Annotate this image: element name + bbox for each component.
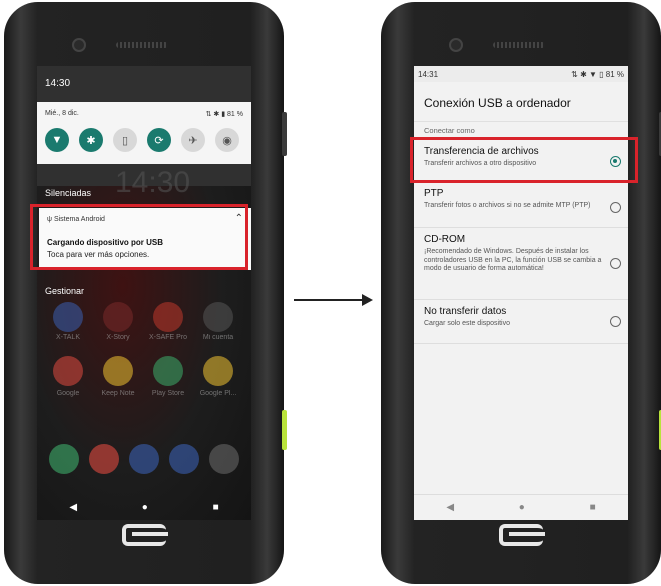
brand-logo <box>499 524 545 546</box>
home-icon[interactable]: ● <box>142 502 148 513</box>
phone-left: 14:30 14:30 Mié., 8 dic. ⇅ ✱ ▮ 81 % ▼ ✱ … <box>4 2 287 584</box>
status-time: 14:31 <box>418 70 439 79</box>
bluetooth-icon: ✱ <box>86 134 96 147</box>
nav-bar: ◀ ● ■ <box>414 494 628 520</box>
app-label: Play Store <box>151 390 185 397</box>
screen-right: 14:31 ⇅ ✱ ▼ ▯ 81 % Conexión USB a ordena… <box>414 66 628 520</box>
option-cd-rom[interactable]: CD-ROM ¡Recomendado de Windows. Después … <box>414 228 628 300</box>
app-label: X-SAFE Pro <box>148 334 188 341</box>
app-label: Google Pl... <box>199 390 237 397</box>
wifi-icon: ▼ <box>51 134 63 146</box>
app-icon-mi-cuenta[interactable] <box>203 302 233 332</box>
volume-key <box>282 112 287 156</box>
option-subtitle: Transferir fotos o archivos si no se adm… <box>424 202 591 209</box>
auto-rotate-icon: ⟳ <box>154 134 164 147</box>
earpiece-speaker <box>493 42 545 48</box>
home-icon[interactable]: ● <box>519 502 525 513</box>
app-icon-x-safe[interactable] <box>153 302 183 332</box>
recents-icon[interactable]: ■ <box>590 502 596 513</box>
screen-left: 14:30 14:30 Mié., 8 dic. ⇅ ✱ ▮ 81 % ▼ ✱ … <box>37 66 251 520</box>
status-time: 14:30 <box>45 78 71 89</box>
bluetooth-tile[interactable]: ✱ <box>79 128 103 152</box>
app-label: Mi cuenta <box>202 334 234 341</box>
background-clock: 14:30 <box>115 166 191 199</box>
quick-settings-panel: Mié., 8 dic. ⇅ ✱ ▮ 81 % ▼ ✱ ▯ ⟳ ✈ ◉ <box>37 102 251 164</box>
app-icon-keep-note[interactable] <box>103 356 133 386</box>
app-label: Keep Note <box>101 390 135 397</box>
programmable-key <box>282 410 287 450</box>
messages-app-icon[interactable] <box>169 444 199 474</box>
location-icon: ◉ <box>222 134 232 147</box>
chrome-app-icon[interactable] <box>89 444 119 474</box>
location-tile[interactable]: ◉ <box>215 128 239 152</box>
option-subtitle: Cargar solo este dispositivo <box>424 320 510 327</box>
back-icon[interactable]: ◀ <box>69 502 77 513</box>
airplane-tile[interactable]: ✈ <box>181 128 205 152</box>
radio-no-data[interactable] <box>610 316 621 327</box>
app-icon-play-store[interactable] <box>153 356 183 386</box>
app-label: X-TALK <box>56 334 80 341</box>
airplane-icon: ✈ <box>188 134 198 147</box>
arrow <box>294 299 364 301</box>
option-subtitle: ¡Recomendado de Windows. Después de inst… <box>424 248 602 272</box>
option-title: CD-ROM <box>424 234 466 245</box>
radio-ptp[interactable] <box>610 202 621 213</box>
front-camera <box>72 38 86 52</box>
option-ptp[interactable]: PTP Transferir fotos o archivos si no se… <box>414 182 628 228</box>
back-icon[interactable]: ◀ <box>446 502 454 513</box>
brand-logo <box>122 524 168 546</box>
radio-cd-rom[interactable] <box>610 258 621 269</box>
wifi-tile[interactable]: ▼ <box>45 128 69 152</box>
flashlight-tile[interactable]: ▯ <box>113 128 137 152</box>
file-transfer-highlight-box <box>410 137 638 183</box>
app-icon-x-story[interactable] <box>103 302 133 332</box>
app-icon-google-play[interactable] <box>203 356 233 386</box>
phone-app-icon[interactable] <box>49 444 79 474</box>
flashlight-icon: ▯ <box>121 134 129 147</box>
page-title: Conexión USB a ordenador <box>424 96 571 110</box>
auto-rotate-tile[interactable]: ⟳ <box>147 128 171 152</box>
status-bar: 14:31 ⇅ ✱ ▼ ▯ 81 % <box>414 66 628 82</box>
nav-bar: ◀ ● ■ <box>37 494 251 520</box>
contacts-app-icon[interactable] <box>129 444 159 474</box>
settings-app-icon[interactable] <box>209 444 239 474</box>
earpiece-speaker <box>116 42 168 48</box>
recents-icon[interactable]: ■ <box>213 502 219 513</box>
app-label: X-Story <box>106 334 130 341</box>
app-label: Google <box>56 390 80 397</box>
qs-date: Mié., 8 dic. <box>45 110 79 117</box>
section-header: Conectar como <box>424 126 475 135</box>
option-no-data[interactable]: No transferir datos Cargar solo este dis… <box>414 300 628 344</box>
qs-status-icons: ⇅ ✱ ▮ 81 % <box>205 111 243 118</box>
manage-button[interactable]: Gestionar <box>45 286 84 296</box>
app-icon-x-talk[interactable] <box>53 302 83 332</box>
front-camera <box>449 38 463 52</box>
option-title: PTP <box>424 188 444 199</box>
silenced-header: Silenciadas <box>45 188 92 198</box>
option-title: No transferir datos <box>424 306 507 317</box>
arrow-head-icon <box>362 294 373 306</box>
notification-highlight-box <box>30 204 248 270</box>
status-icons: ⇅ ✱ ▼ ▯ 81 % <box>571 70 624 79</box>
phone-right: 14:31 ⇅ ✱ ▼ ▯ 81 % Conexión USB a ordena… <box>381 2 661 584</box>
app-icon-google[interactable] <box>53 356 83 386</box>
app-bar: Conexión USB a ordenador <box>414 82 628 122</box>
